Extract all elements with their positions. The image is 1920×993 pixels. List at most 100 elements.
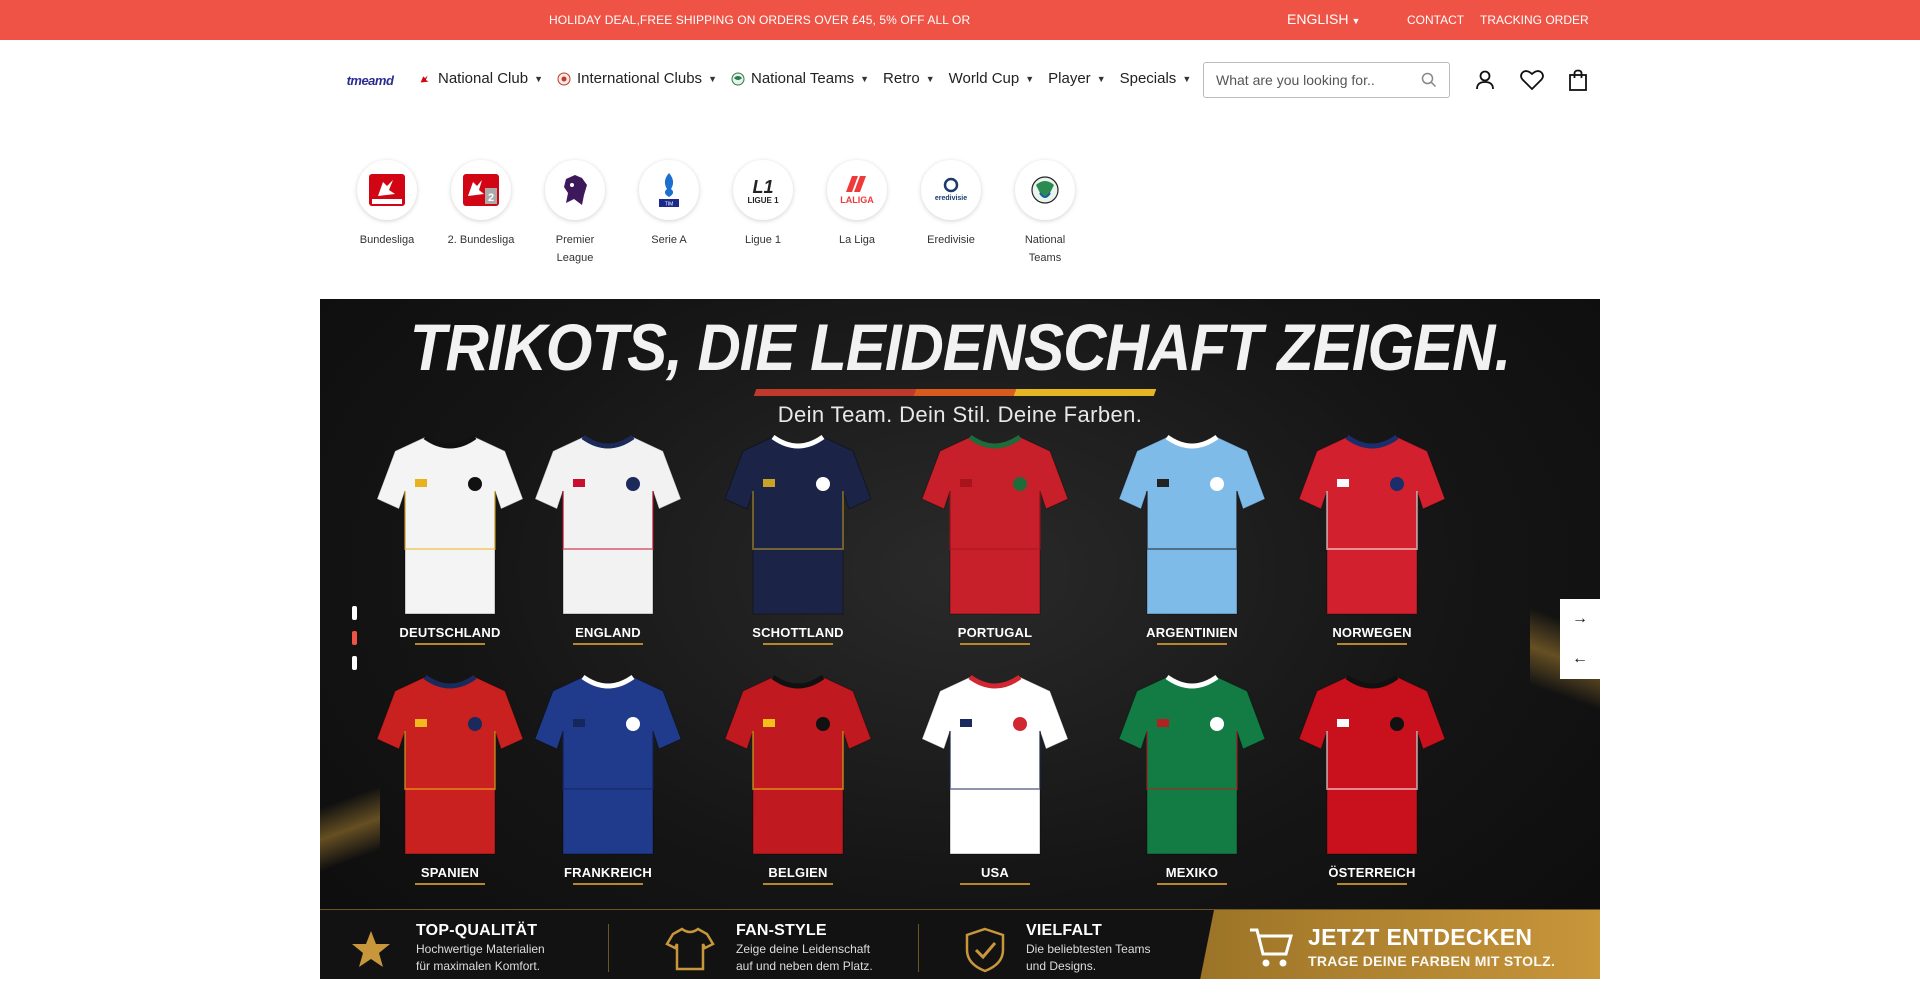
jersey-country-label: MEXIKO <box>1165 865 1219 880</box>
category-label: La Liga <box>838 234 876 246</box>
nav-retro[interactable]: Retro ▼ <box>883 70 935 87</box>
jersey-underline <box>573 883 643 885</box>
category-label: National Teams <box>1024 234 1066 264</box>
category-2-bundesliga[interactable]: 2 2. Bundesliga <box>434 160 528 267</box>
language-selector[interactable]: ENGLISH ▼ <box>1287 11 1360 27</box>
next-slide-button[interactable]: → <box>1560 599 1600 639</box>
nav-label: International Clubs <box>576 70 703 87</box>
jersey-spanien[interactable]: SPANIEN <box>360 669 540 899</box>
nav-specials[interactable]: Specials ▼ <box>1120 70 1192 87</box>
nav-national-club[interactable]: National Club ▼ <box>418 70 543 87</box>
jersey-underline <box>415 883 485 885</box>
world-ball-icon <box>731 72 745 86</box>
feature-desc: Hochwertige Materialien <box>416 942 545 956</box>
caret-down-icon: ▼ <box>1025 73 1035 84</box>
category-label: Serie A <box>651 234 687 246</box>
feature-strip: TOP-QUALITÄT Hochwertige Materialien für… <box>320 909 1600 979</box>
nav-international-clubs[interactable]: International Clubs ▼ <box>557 70 717 87</box>
discover-now-button[interactable]: JETZT ENTDECKEN TRAGE DEINE FARBEN MIT S… <box>1200 910 1600 979</box>
language-label: ENGLISH <box>1287 11 1349 27</box>
search-box <box>1203 62 1450 98</box>
jersey-österreich[interactable]: ÖSTERREICH <box>1282 669 1462 899</box>
feature-title: FAN-STYLE <box>736 922 827 939</box>
jersey-england[interactable]: ENGLAND <box>518 429 698 659</box>
serie-a-logo-icon: TIM <box>639 160 699 220</box>
jersey-underline <box>1337 643 1407 645</box>
jersey-underline <box>960 643 1030 645</box>
jersey-country-label: BELGIEN <box>768 865 828 880</box>
ligue-1-logo-icon: L1 LIGUE 1 <box>733 160 793 220</box>
category-bundesliga[interactable]: Bundesliga <box>340 160 434 267</box>
jersey-frankreich[interactable]: FRANKREICH <box>518 669 698 899</box>
arrow-right-icon: → <box>1572 610 1588 627</box>
feature-desc: auf und neben dem Platz. <box>736 959 873 973</box>
jersey-country-label: PORTUGAL <box>957 625 1033 640</box>
category-eredivisie[interactable]: eredivisie Eredivisie <box>904 160 998 267</box>
search-input[interactable] <box>1216 72 1411 88</box>
jersey-icon <box>376 434 524 615</box>
caret-down-icon: ▼ <box>1351 16 1361 26</box>
nav-national-teams[interactable]: National Teams ▼ <box>731 70 869 87</box>
jersey-argentinien[interactable]: ARGENTINIEN <box>1102 429 1282 659</box>
category-la-liga[interactable]: LALIGA La Liga <box>810 160 904 267</box>
jersey-deutschland[interactable]: DEUTSCHLAND <box>360 429 540 659</box>
bundesliga-2-logo-icon: 2 <box>451 160 511 220</box>
category-serie-a[interactable]: TIM Serie A <box>622 160 716 267</box>
jersey-portugal[interactable]: PORTUGAL <box>905 429 1085 659</box>
laliga-logo-icon: LALIGA <box>827 160 887 220</box>
jersey-norwegen[interactable]: NORWEGEN <box>1282 429 1462 659</box>
slide-dot[interactable] <box>352 631 357 645</box>
nav-label: Retro <box>883 70 920 87</box>
nav-label: World Cup <box>948 70 1020 87</box>
caret-down-icon: ▼ <box>534 73 543 84</box>
search-icon[interactable] <box>1421 72 1437 93</box>
nav-label: National Club <box>438 70 529 87</box>
caret-down-icon: ▼ <box>925 73 935 84</box>
category-national-teams[interactable]: National Teams <box>998 160 1092 267</box>
tracking-order-link[interactable]: TRACKING ORDER <box>1480 13 1589 27</box>
contact-link[interactable]: CONTACT <box>1407 13 1464 27</box>
category-label: Bundesliga <box>359 234 415 246</box>
category-premier-league[interactable]: Premier League <box>528 160 622 267</box>
flag-stripe <box>753 389 1157 396</box>
feature-desc: Die beliebtesten Teams <box>1026 942 1151 956</box>
jersey-underline <box>763 643 833 645</box>
arrow-left-icon: ← <box>1572 650 1588 667</box>
jersey-icon <box>534 674 682 855</box>
jersey-icon <box>724 674 872 855</box>
site-logo[interactable]: tmeamd <box>340 62 400 98</box>
category-label: Eredivisie <box>927 234 975 246</box>
category-ligue-1[interactable]: L1 LIGUE 1 Ligue 1 <box>716 160 810 267</box>
prev-slide-button[interactable]: ← <box>1560 639 1600 679</box>
cta-subtitle: TRAGE DEINE FARBEN MIT STOLZ. <box>1308 953 1556 969</box>
account-icon[interactable] <box>1473 68 1497 92</box>
jersey-country-label: SPANIEN <box>420 865 480 880</box>
jersey-icon <box>921 434 1069 615</box>
jersey-schottland[interactable]: SCHOTTLAND <box>708 429 888 659</box>
nav-player[interactable]: Player ▼ <box>1048 70 1105 87</box>
divider <box>608 924 609 972</box>
slide-dot[interactable] <box>352 656 357 670</box>
jersey-belgien[interactable]: BELGIEN <box>708 669 888 899</box>
hero-banner[interactable]: TRIKOTS, DIE LEIDENSCHAFT ZEIGEN. Dein T… <box>320 299 1600 979</box>
jersey-icon <box>1118 434 1266 615</box>
nav-world-cup[interactable]: World Cup ▼ <box>949 70 1035 87</box>
jersey-country-label: ARGENTINIEN <box>1146 625 1238 640</box>
jersey-country-label: FRANKREICH <box>564 865 652 880</box>
jersey-underline <box>960 883 1030 885</box>
shopping-cart-icon <box>1250 928 1293 967</box>
jersey-country-label: SCHOTTLAND <box>752 625 844 640</box>
jersey-country-label: DEUTSCHLAND <box>399 625 501 640</box>
jersey-underline <box>763 883 833 885</box>
jersey-icon <box>921 674 1069 855</box>
cart-bag-icon[interactable] <box>1566 68 1590 92</box>
slide-indicators <box>352 606 357 681</box>
promo-bar: HOLIDAY DEAL,FREE SHIPPING ON ORDERS OVE… <box>0 0 1920 40</box>
feature-variety: VIELFALT Die beliebtesten Teams und Desi… <box>963 922 1151 974</box>
bundesliga-logo-icon <box>357 160 417 220</box>
wishlist-heart-icon[interactable] <box>1519 68 1544 92</box>
jersey-mexiko[interactable]: MEXIKO <box>1102 669 1282 899</box>
svg-text:L1: L1 <box>752 177 773 197</box>
slide-dot[interactable] <box>352 606 357 620</box>
jersey-usa[interactable]: USA <box>905 669 1085 899</box>
